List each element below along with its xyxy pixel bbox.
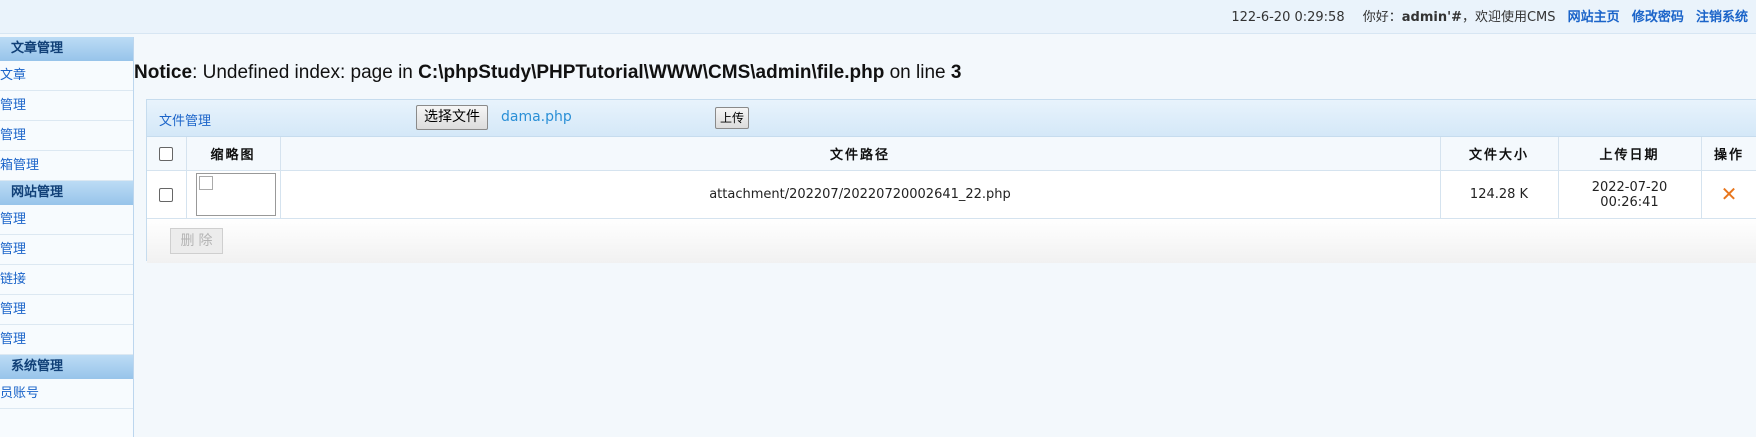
- sidebar-item-file-manage[interactable]: 件管理: [0, 295, 133, 325]
- sidebar-item-article-manage[interactable]: 章管理: [0, 91, 133, 121]
- sidebar-item-ads-manage[interactable]: 告管理: [0, 205, 133, 235]
- selected-file-name: dama.php: [501, 109, 572, 125]
- row-checkbox[interactable]: [159, 187, 174, 202]
- thumbnail-cell: [185, 170, 281, 219]
- upload-time: 00:26:41: [1600, 194, 1659, 210]
- col-actions: 操作: [1700, 137, 1756, 171]
- sidebar-item-label: 件管理: [0, 302, 27, 317]
- datetime: 122-6-20 0:29:58: [1231, 10, 1345, 25]
- sidebar-item-label: 言管理: [0, 242, 27, 257]
- notice-message-mid: on line: [884, 62, 951, 83]
- upload-date: 2022-07-20: [1591, 179, 1668, 195]
- delete-x-icon[interactable]: ✕: [1721, 182, 1738, 206]
- notice-label: Notice: [134, 62, 193, 83]
- choose-file-button[interactable]: 选择文件: [416, 105, 488, 130]
- link-home[interactable]: 网站主页: [1568, 10, 1620, 25]
- file-size-cell: 124.28 K: [1439, 170, 1559, 219]
- top-bar: 122-6-20 0:29:58 你好：admin'#，欢迎使用CMS 网站主页…: [0, 0, 1756, 34]
- table-row: attachment/202207/20220720002641_22.php …: [147, 170, 1756, 219]
- php-notice: Notice: Undefined index: page in C:\phpS…: [134, 62, 961, 84]
- notice-message: : Undefined index: page in: [192, 62, 419, 83]
- actions-cell: ✕: [1700, 170, 1756, 219]
- col-upload-date: 上传日期: [1557, 137, 1702, 171]
- sidebar-item-label: 理员账号: [0, 386, 40, 401]
- file-table: 缩略图 文件路径 文件大小 上传日期 操作 attachment/202207/…: [147, 137, 1756, 219]
- select-all-checkbox[interactable]: [159, 146, 174, 161]
- file-path-cell: attachment/202207/20220720002641_22.php: [279, 170, 1441, 219]
- panel-title: 文件管理: [159, 114, 212, 129]
- link-change-password[interactable]: 修改密码: [1632, 10, 1684, 25]
- sidebar-item-label: 意箱管理: [0, 158, 40, 173]
- notice-line: 3: [950, 62, 962, 83]
- broken-image-icon: [198, 176, 213, 190]
- sidebar-item-comments-manage[interactable]: 言管理: [0, 235, 133, 265]
- top-bar-info: 122-6-20 0:29:58 你好：admin'#，欢迎使用CMS 网站主页…: [1231, 6, 1756, 25]
- greeting-prefix: 你好：: [1362, 10, 1402, 25]
- greeting: 你好：admin'#，欢迎使用CMS: [1363, 10, 1556, 25]
- sidebar-item-friend-links[interactable]: 情链接: [0, 265, 133, 295]
- link-logout[interactable]: 注销系统: [1696, 10, 1748, 25]
- sidebar-item-label: 加文章: [0, 68, 27, 83]
- greeting-suffix: ，欢迎使用CMS: [1461, 10, 1556, 25]
- upload-button[interactable]: 上传: [715, 107, 750, 129]
- file-manager-panel: 文件管理 选择文件 dama.php 上传 缩略图 文件路径 文件大小 上传日期…: [146, 99, 1756, 263]
- delete-button[interactable]: 删除: [170, 228, 223, 254]
- username: admin'#: [1401, 10, 1462, 25]
- file-toolbar: 文件管理 选择文件 dama.php 上传: [147, 100, 1756, 137]
- notice-path: C:\phpStudy\PHPTutorial\WWW\CMS\admin\fi…: [418, 62, 885, 83]
- col-file-path: 文件路径: [279, 137, 1441, 171]
- thumbnail-image: [195, 173, 276, 216]
- sidebar-item-label: 告管理: [0, 212, 27, 227]
- col-thumbnail: 缩略图: [185, 137, 281, 171]
- sidebar-item-label: 户管理: [0, 332, 27, 347]
- sidebar: 文章管理 加文章 章管理 目管理 意箱管理 网站管理 告管理 言管理 情链接 件…: [0, 37, 134, 437]
- sidebar-item-column-manage[interactable]: 目管理: [0, 121, 133, 151]
- select-all-cell: [147, 137, 187, 171]
- sidebar-item-mailbox-manage[interactable]: 意箱管理: [0, 151, 133, 181]
- table-header-row: 缩略图 文件路径 文件大小 上传日期 操作: [147, 137, 1756, 171]
- row-select-cell: [147, 170, 187, 219]
- sidebar-section-system[interactable]: 系统管理: [0, 355, 133, 379]
- sidebar-item-add-article[interactable]: 加文章: [0, 61, 133, 91]
- upload-date-cell: 2022-07-20 00:26:41: [1557, 170, 1702, 219]
- table-footer: 删除: [147, 219, 1756, 263]
- sidebar-item-user-manage[interactable]: 户管理: [0, 325, 133, 355]
- sidebar-item-label: 目管理: [0, 128, 27, 143]
- sidebar-item-admin-account[interactable]: 理员账号: [0, 379, 133, 409]
- sidebar-section-article[interactable]: 文章管理: [0, 37, 133, 61]
- sidebar-item-label: 章管理: [0, 98, 27, 113]
- col-file-size: 文件大小: [1439, 137, 1559, 171]
- sidebar-section-site[interactable]: 网站管理: [0, 181, 133, 205]
- sidebar-item-label: 情链接: [0, 272, 27, 287]
